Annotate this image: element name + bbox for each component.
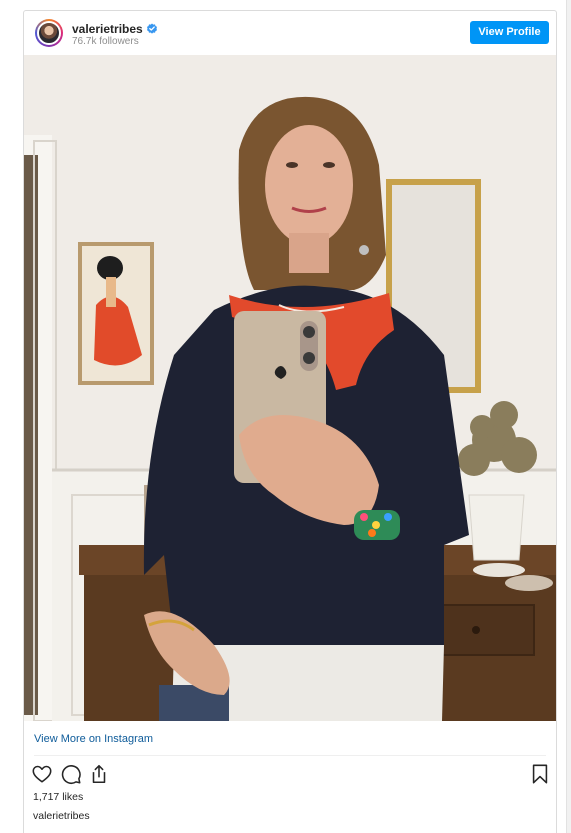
post-header: valerietribes 76.7k followers View Profi…: [24, 11, 556, 55]
instagram-embed-card: valerietribes 76.7k followers View Profi…: [23, 10, 557, 833]
heart-icon[interactable]: [31, 763, 53, 785]
divider: [34, 755, 546, 756]
comment-icon[interactable]: [60, 763, 82, 785]
view-more-link[interactable]: View More on Instagram: [34, 733, 153, 745]
share-icon[interactable]: [88, 763, 110, 785]
view-profile-button[interactable]: View Profile: [470, 21, 549, 44]
avatar-photo: [37, 21, 61, 45]
page-scrollbar[interactable]: [566, 0, 571, 833]
caption-username[interactable]: valerietribes: [33, 810, 90, 822]
username-row: valerietribes: [72, 22, 158, 36]
follower-count: 76.7k followers: [72, 36, 139, 47]
avatar[interactable]: [35, 19, 63, 47]
bookmark-icon[interactable]: [529, 763, 551, 785]
verified-badge-icon: [146, 23, 157, 34]
username-link[interactable]: valerietribes: [72, 22, 143, 36]
like-count[interactable]: 1,717 likes: [33, 791, 83, 803]
post-photo[interactable]: [24, 55, 556, 721]
